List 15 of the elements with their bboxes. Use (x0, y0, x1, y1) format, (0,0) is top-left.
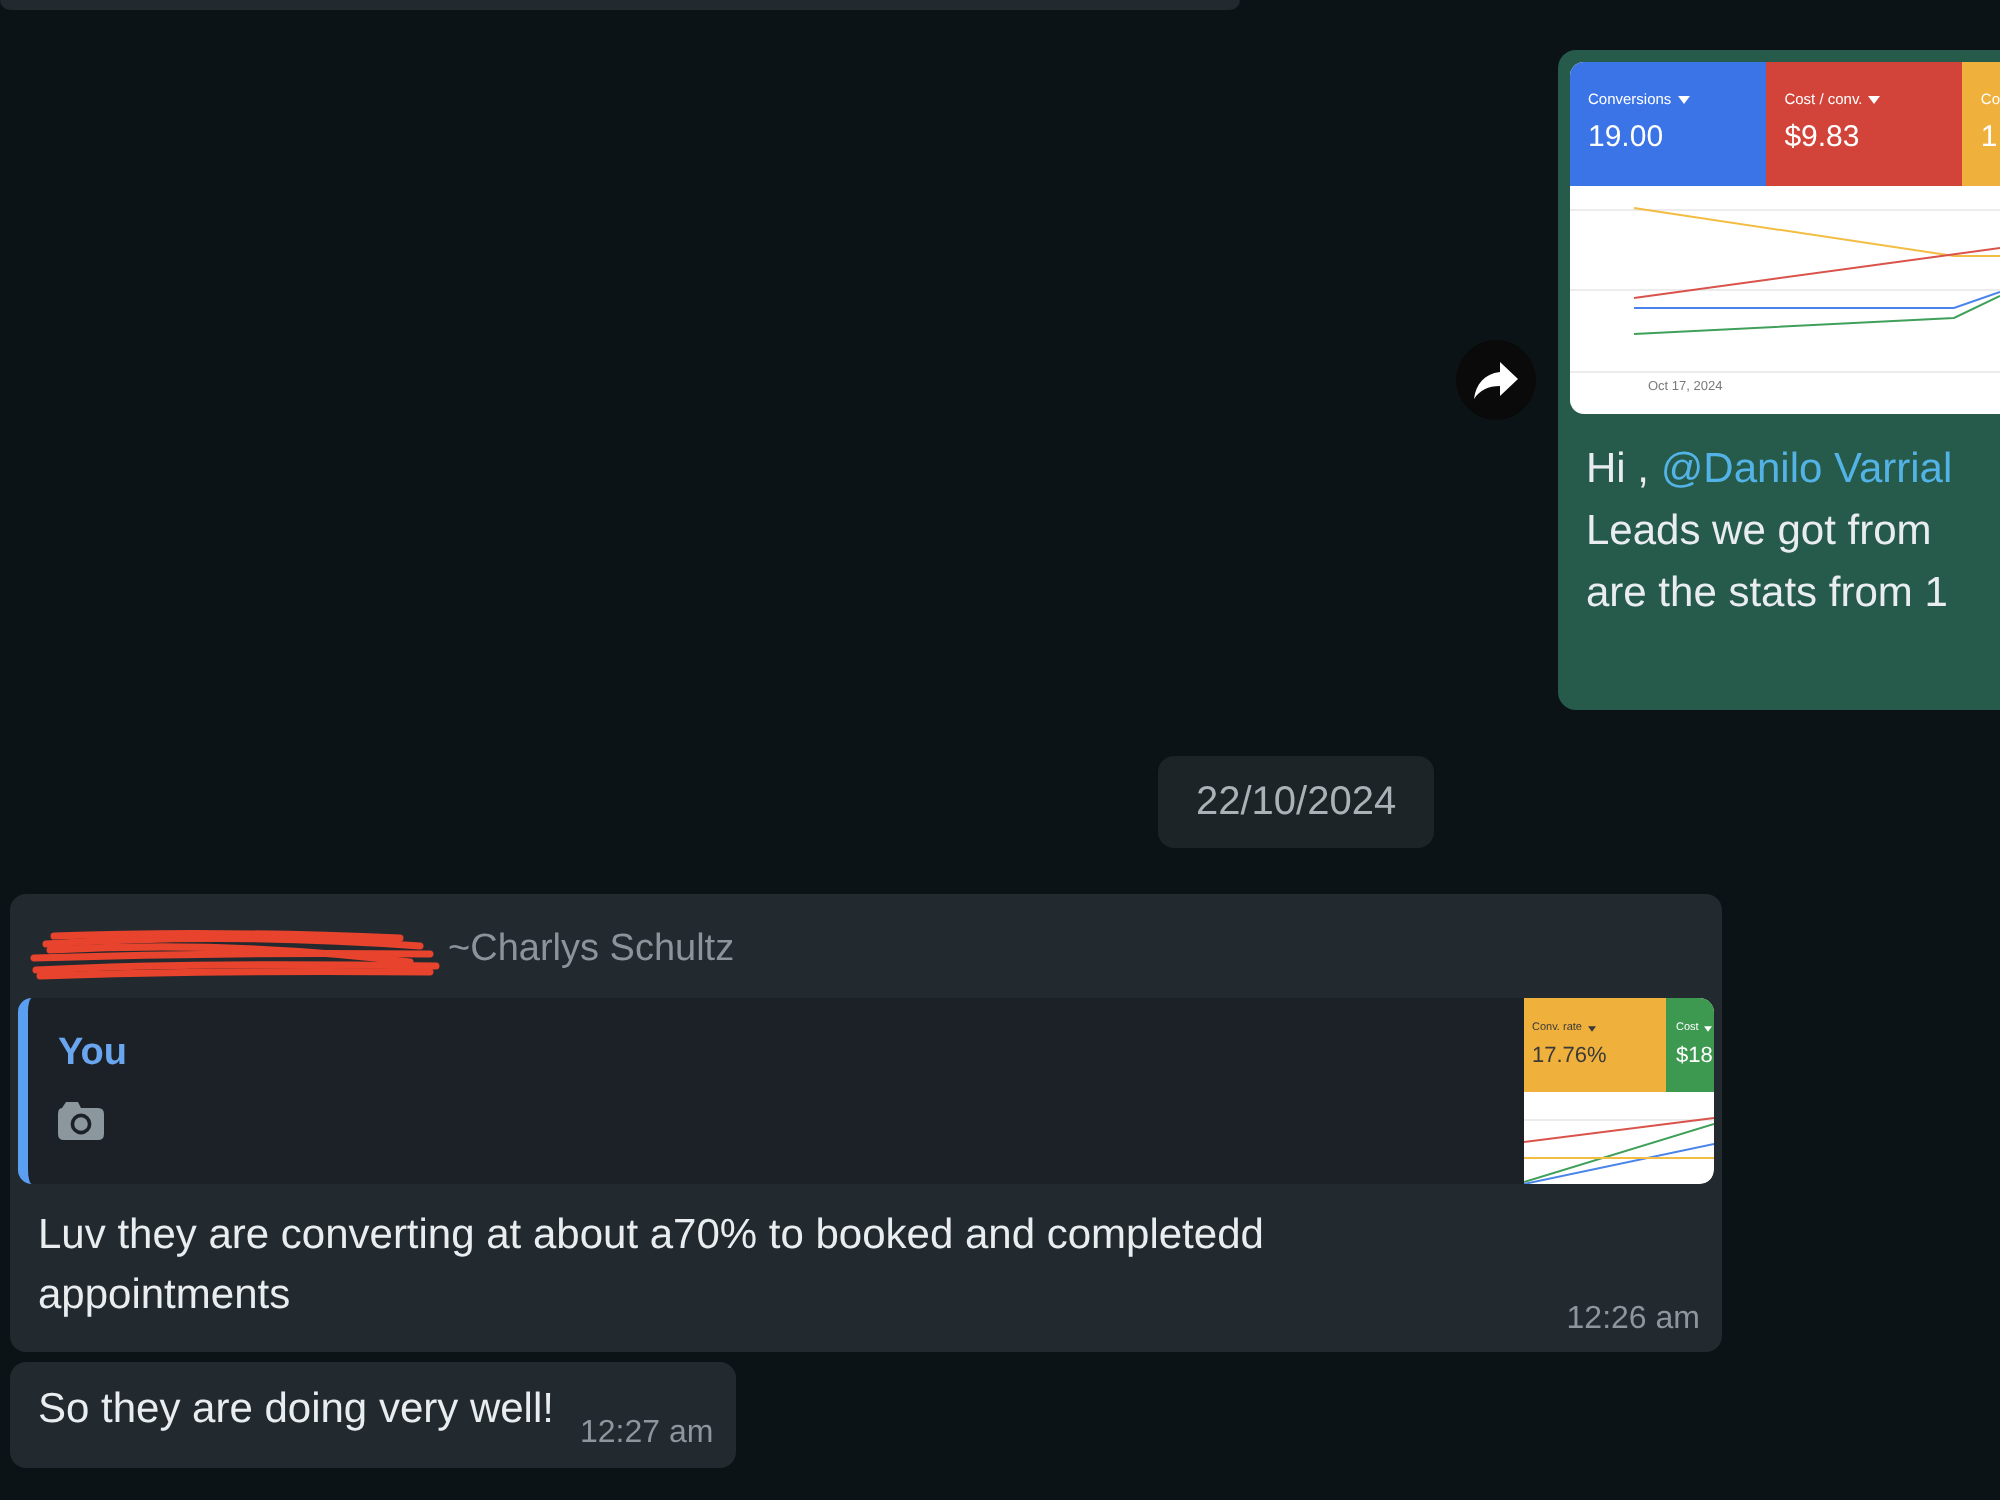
metric-value: 17.76% (1532, 1044, 1607, 1070)
metric-value: $18 (1676, 1044, 1713, 1070)
mention-link[interactable]: @Danilo Varrial (1660, 446, 1953, 492)
message-text: Hi , @Danilo Varrial Leads we got from are the stats from 1 (1584, 444, 1955, 620)
forward-icon[interactable] (1456, 340, 1536, 420)
metric-value: $9.83 (1784, 120, 1860, 156)
metric-value: 19.00 (1588, 120, 1664, 156)
message-time: 12:26 am (1566, 1300, 1700, 1340)
metric-value: 1 (1980, 120, 1998, 156)
quote-author: You (58, 1030, 127, 1078)
message-text: So they are doing very well! (38, 1384, 554, 1436)
sender-name: ~Charlys Schultz (448, 928, 735, 972)
message-text: Luv they are converting at about a70% to booked and completedd appointments (38, 1210, 1266, 1322)
message-time: 12:27 am (579, 1414, 714, 1454)
date-separator: 22/10/2024 (1158, 756, 1435, 848)
